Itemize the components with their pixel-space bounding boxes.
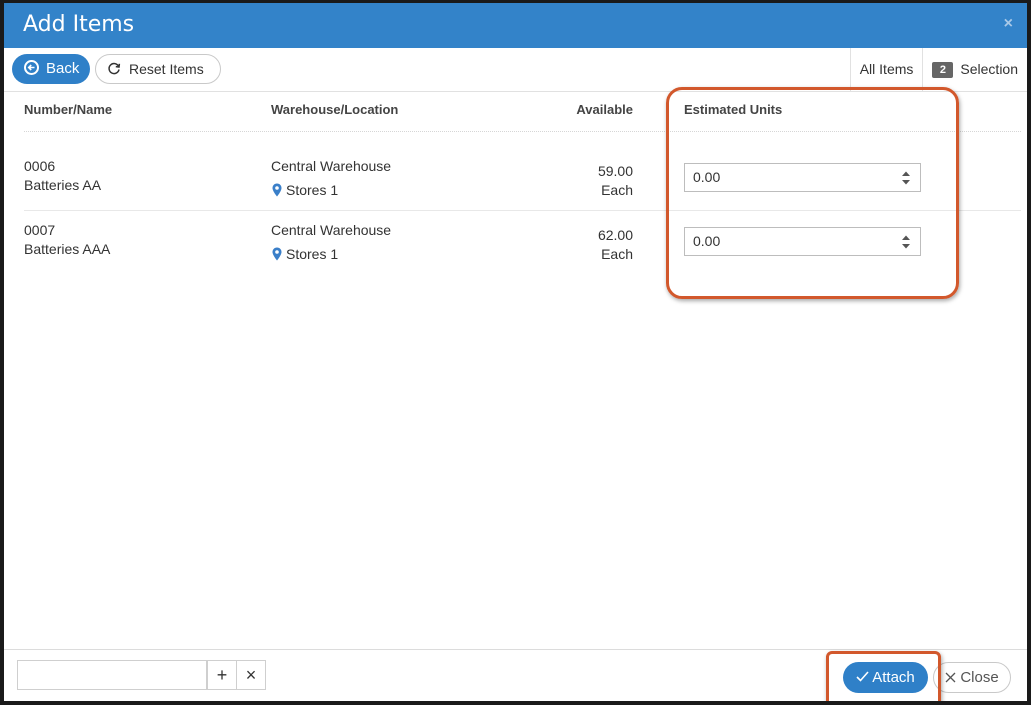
item-available: 59.00 bbox=[597, 163, 633, 179]
tab-selection[interactable]: 2 Selection bbox=[922, 48, 1027, 91]
item-warehouse: Central Warehouse bbox=[271, 222, 392, 238]
back-label: Back bbox=[46, 60, 80, 77]
close-label: Close bbox=[960, 669, 999, 686]
location-pin-icon bbox=[272, 183, 282, 197]
table-row: 0006 Batteries AA Central Warehouse Stor… bbox=[4, 147, 1027, 211]
item-number: 0006 bbox=[24, 158, 56, 174]
item-number: 0007 bbox=[24, 222, 56, 238]
estimated-units-input[interactable]: 0.00 bbox=[684, 163, 921, 192]
close-button[interactable]: Close bbox=[933, 662, 1011, 693]
item-name: Batteries AA bbox=[24, 177, 102, 193]
close-icon bbox=[945, 672, 956, 683]
add-plus-icon[interactable]: + bbox=[207, 660, 237, 690]
tab-all-items[interactable]: All Items bbox=[849, 48, 923, 91]
add-items-dialog: Add Items × Back Reset Items All Items 2… bbox=[4, 3, 1027, 701]
estimated-units-value: 0.00 bbox=[693, 233, 721, 249]
location-pin-icon bbox=[272, 247, 282, 261]
item-location: Stores 1 bbox=[272, 181, 338, 200]
item-warehouse: Central Warehouse bbox=[271, 158, 392, 174]
item-available: 62.00 bbox=[597, 227, 633, 243]
selection-count-badge: 2 bbox=[932, 62, 954, 78]
dialog-close-icon[interactable]: × bbox=[1004, 15, 1013, 33]
item-unit: Each bbox=[601, 246, 633, 262]
estimated-units-value: 0.00 bbox=[693, 169, 721, 185]
header-estimated-units: Estimated Units bbox=[684, 102, 783, 117]
view-tabs: All Items 2 Selection bbox=[849, 48, 1027, 91]
reset-items-button[interactable]: Reset Items bbox=[95, 54, 221, 84]
attach-label: Attach bbox=[872, 669, 915, 686]
header-warehouse-location: Warehouse/Location bbox=[271, 102, 399, 117]
dialog-title: Add Items bbox=[23, 12, 135, 37]
header-number-name: Number/Name bbox=[24, 102, 113, 117]
refresh-icon bbox=[108, 62, 121, 75]
estimated-units-input[interactable]: 0.00 bbox=[684, 227, 921, 256]
selection-label: Selection bbox=[960, 61, 1018, 77]
back-arrow-icon bbox=[24, 60, 39, 75]
item-location-label: Stores 1 bbox=[286, 182, 339, 198]
table-row: 0007 Batteries AAA Central Warehouse Sto… bbox=[4, 211, 1027, 275]
dialog-footer: + × Attach Close bbox=[4, 649, 1027, 701]
back-button[interactable]: Back bbox=[12, 54, 90, 84]
reset-items-label: Reset Items bbox=[129, 61, 204, 77]
spinner-icon[interactable] bbox=[901, 233, 911, 251]
item-location: Stores 1 bbox=[272, 245, 338, 264]
toolbar: Back Reset Items All Items 2 Selection bbox=[4, 48, 1027, 92]
dialog-titlebar: Add Items × bbox=[4, 3, 1027, 48]
attach-button[interactable]: Attach bbox=[843, 662, 928, 693]
check-icon bbox=[856, 671, 869, 682]
spinner-icon[interactable] bbox=[901, 169, 911, 187]
header-divider bbox=[24, 131, 1021, 132]
clear-close-icon[interactable]: × bbox=[236, 660, 266, 690]
item-unit: Each bbox=[601, 182, 633, 198]
quick-add-input[interactable] bbox=[17, 660, 207, 690]
item-location-label: Stores 1 bbox=[286, 246, 339, 262]
header-available: Available bbox=[576, 102, 633, 117]
item-name: Batteries AAA bbox=[24, 241, 111, 257]
